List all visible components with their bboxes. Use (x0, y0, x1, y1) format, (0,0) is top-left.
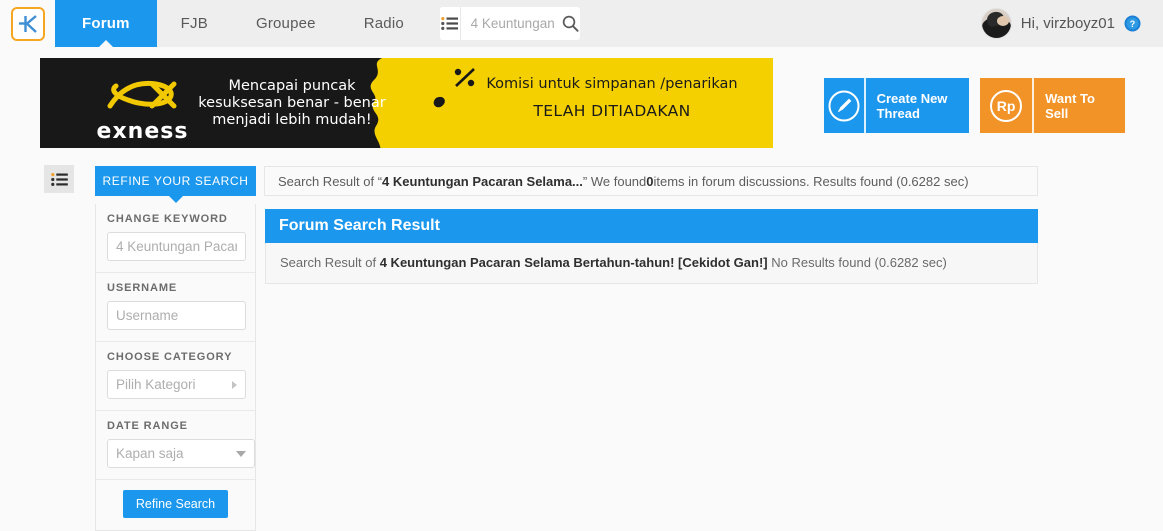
forum-search-result-body: Search Result of 4 Keuntungan Pacaran Se… (265, 243, 1038, 284)
nav-tab-fjb[interactable]: FJB (157, 0, 232, 47)
username-input[interactable] (107, 301, 246, 330)
avatar (980, 8, 1012, 39)
refine-your-search-label: REFINE YOUR SEARCH (102, 174, 249, 188)
global-search-bar (439, 7, 580, 40)
search-summary-count: 0 (646, 173, 654, 189)
nav-tab-forum[interactable]: Forum (55, 0, 157, 47)
nav-tab-groupee-label: Groupee (255, 15, 316, 32)
user-greeting: Hi, virzboyz01 (1020, 15, 1115, 32)
kaskus-k-icon (18, 14, 37, 33)
nav-tab-forum-label: Forum (82, 15, 130, 32)
pencil-icon (824, 78, 866, 133)
site-logo[interactable] (0, 0, 55, 47)
category-select-value: Pilih Kategori (116, 377, 196, 392)
search-summary-middle: ” We found (582, 173, 647, 189)
refine-search-button[interactable]: Refine Search (122, 490, 229, 518)
forum-search-result-title: Forum Search Result (265, 209, 1038, 243)
nav-tab-radio[interactable]: Radio (340, 0, 428, 47)
create-new-thread-label: Create New Thread (876, 90, 948, 121)
rupiah-icon-glyph: Rp (990, 89, 1023, 122)
search-input[interactable] (460, 7, 562, 40)
search-icon-glyph (563, 15, 579, 32)
category-select[interactable]: Pilih Kategori (107, 370, 246, 399)
choose-category-label: CHOOSE CATEGORY (107, 351, 233, 363)
list-icon (50, 172, 68, 186)
create-new-thread-button[interactable]: Create New Thread (824, 78, 969, 133)
exness-logo: exness (95, 78, 190, 144)
search-summary-suffix: items in forum discussions. Results foun… (653, 173, 969, 189)
refine-your-search-tab[interactable]: REFINE YOUR SEARCH (95, 166, 256, 196)
refine-search-panel: CHANGE KEYWORD USERNAME CHOOSE CATEGORY … (95, 204, 256, 531)
result-body-prefix: Search Result of (280, 255, 380, 270)
search-icon[interactable] (562, 7, 580, 40)
date-range-select[interactable]: Kapan saja (107, 439, 255, 468)
list-icon-glyph (441, 17, 459, 30)
kaskus-logo-box (10, 6, 45, 41)
nav-tab-radio-label: Radio (363, 15, 404, 32)
keyword-input[interactable] (107, 232, 246, 261)
forum-search-result-panel: Forum Search Result Search Result of 4 K… (265, 209, 1038, 284)
sidebar-section-date-range: DATE RANGE Kapan saja (96, 411, 255, 480)
nav-tab-fjb-label: FJB (180, 15, 208, 32)
pencil-icon-glyph (828, 90, 860, 121)
want-to-sell-label: Want To Sell (1045, 90, 1095, 121)
top-navigation-bar: Forum FJB Groupee Radio 4 Keuntungan Hi,… (0, 0, 1163, 47)
exness-mark-icon (107, 80, 176, 109)
banner-row: exness Mencapai puncak kesuksesan benar … (40, 58, 1125, 148)
sidebar-section-keyword: CHANGE KEYWORD (96, 204, 255, 273)
result-body-suffix: No Results found (0.6282 sec) (767, 255, 947, 270)
change-keyword-label: CHANGE KEYWORD (107, 213, 228, 225)
chevron-right-icon (232, 380, 237, 389)
nav-tab-groupee[interactable]: Groupee (232, 0, 340, 47)
ad-headline-right: Komisi untuk simpanan /penarikan TELAH D… (467, 76, 757, 120)
primary-nav-tabs: Forum FJB Groupee Radio (55, 0, 428, 47)
rupiah-icon: Rp (980, 78, 1035, 133)
list-icon[interactable] (439, 7, 461, 40)
search-summary-query: 4 Keuntungan Pacaran Selama... (382, 173, 583, 189)
username-label: USERNAME (107, 282, 178, 294)
sidebar-section-username: USERNAME (96, 273, 255, 342)
refine-search-action-row: Refine Search (96, 480, 255, 530)
ad-right-line2: TELAH DITIADAKAN (533, 102, 691, 120)
exness-wordmark: exness (96, 119, 189, 144)
date-range-label: DATE RANGE (107, 420, 188, 432)
svg-text:?: ? (1130, 19, 1136, 29)
ad-headline-left: Mencapai puncak kesuksesan benar - benar… (198, 78, 386, 128)
list-view-toggle[interactable] (44, 165, 74, 193)
result-body-query: 4 Keuntungan Pacaran Selama Bertahun-tah… (379, 255, 768, 270)
ad-right-line1: Komisi untuk simpanan /penarikan (486, 76, 738, 92)
chevron-down-icon (236, 450, 246, 457)
user-menu[interactable]: Hi, virzboyz01 ? (980, 0, 1163, 47)
sidebar-section-category: CHOOSE CATEGORY Pilih Kategori (96, 342, 255, 411)
advertisement-banner[interactable]: exness Mencapai puncak kesuksesan benar … (40, 58, 773, 148)
date-range-select-value: Kapan saja (116, 446, 184, 461)
want-to-sell-button[interactable]: Rp Want To Sell (980, 78, 1125, 133)
search-summary-prefix: Search Result of “ (278, 173, 383, 189)
search-summary-bar: Search Result of “4 Keuntungan Pacaran S… (264, 166, 1038, 196)
help-icon[interactable]: ? (1124, 15, 1141, 32)
